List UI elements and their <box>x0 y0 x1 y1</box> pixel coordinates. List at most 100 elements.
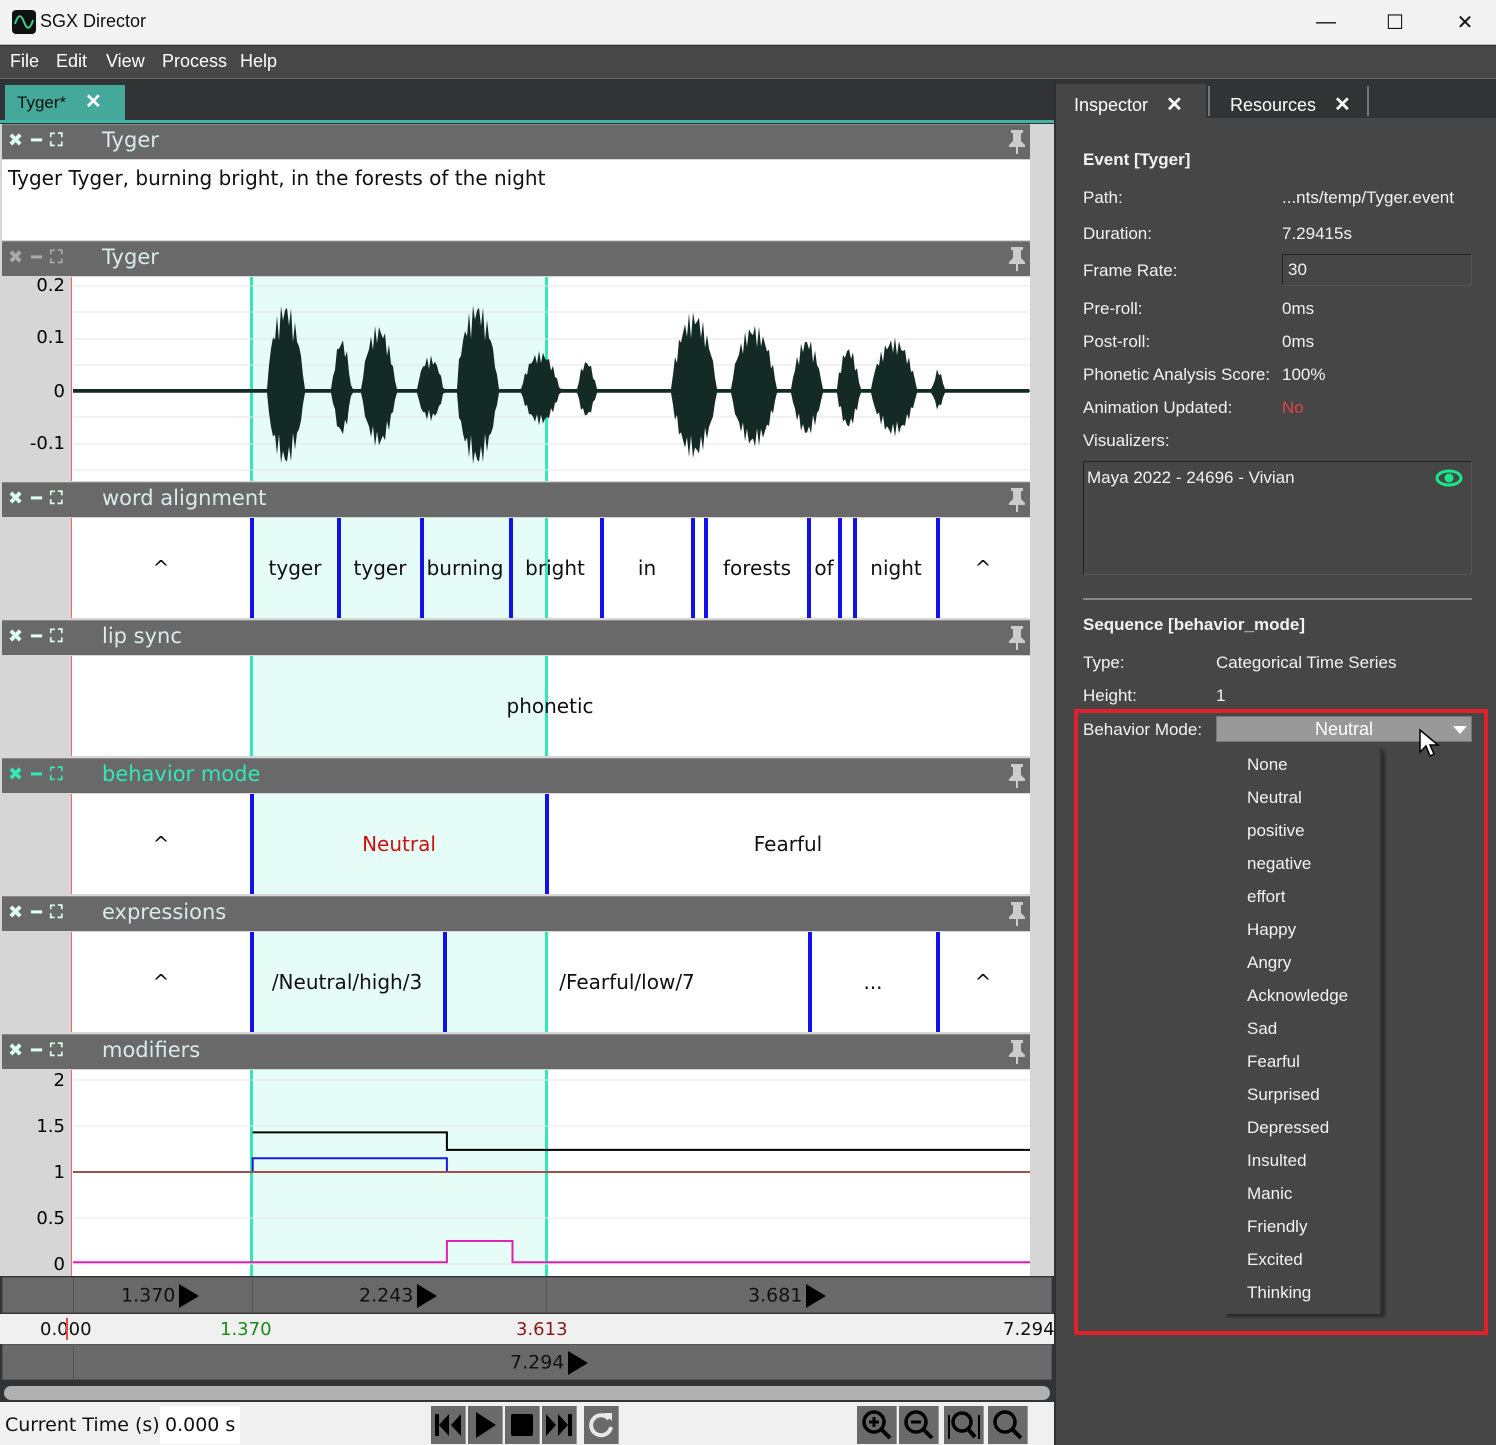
vertical-scrollbar[interactable] <box>1031 124 1052 1276</box>
word-segment[interactable]: ^ <box>153 556 170 580</box>
zoom-reset-button[interactable] <box>988 1406 1028 1444</box>
eye-icon[interactable] <box>1434 468 1464 488</box>
word-alignment-panel[interactable]: ^ tyger tyger burning bright in forests … <box>2 518 1030 618</box>
visualizers-list[interactable]: Maya 2022 - 24696 - Vivian <box>1083 461 1472 575</box>
expression-segment[interactable]: ... <box>863 970 882 994</box>
menu-process[interactable]: Process <box>162 51 227 72</box>
word-segment[interactable]: bright <box>525 556 585 580</box>
time-axis[interactable]: 0.000 1.370 3.613 7.294 <box>0 1314 1055 1344</box>
minimize-panel-icon[interactable]: ━ <box>31 764 42 785</box>
segment-boundary[interactable] <box>250 518 254 618</box>
duration-ruler[interactable]: 7.294 <box>2 1344 1052 1380</box>
expand-panel-icon[interactable]: ⛶ <box>50 764 63 785</box>
lip-sync-segment[interactable]: phonetic <box>507 694 594 718</box>
zoom-in-button[interactable] <box>857 1406 897 1444</box>
expression-segment[interactable]: ^ <box>975 970 992 994</box>
segment-boundary[interactable] <box>936 518 940 618</box>
horizontal-scrollbar[interactable] <box>4 1386 1050 1400</box>
segment-boundary[interactable] <box>936 932 940 1032</box>
menu-help[interactable]: Help <box>240 51 277 72</box>
segment-boundary[interactable] <box>337 518 341 618</box>
minimize-panel-icon[interactable]: ━ <box>31 1040 42 1061</box>
pin-icon[interactable] <box>1008 129 1026 155</box>
segment-boundary[interactable] <box>443 932 447 1032</box>
playhead[interactable] <box>66 1318 68 1340</box>
menu-view[interactable]: View <box>106 51 145 72</box>
menu-file[interactable]: File <box>10 51 39 72</box>
pin-icon[interactable] <box>1008 487 1026 513</box>
close-panel-icon[interactable]: ✖ <box>8 488 23 509</box>
close-tab-icon[interactable]: ✕ <box>1334 94 1351 116</box>
close-panel-icon[interactable]: ✖ <box>8 1040 23 1061</box>
segment-boundary[interactable] <box>807 518 811 618</box>
segment-boundary[interactable] <box>853 518 857 618</box>
expand-panel-icon[interactable]: ⛶ <box>50 902 63 923</box>
segment-boundary[interactable] <box>704 518 708 618</box>
selection-region[interactable] <box>250 656 548 756</box>
zoom-out-button[interactable] <box>899 1406 939 1444</box>
behavior-segment-selected[interactable]: Neutral <box>362 832 436 856</box>
frame-rate-input[interactable]: 30 <box>1282 254 1472 286</box>
expand-panel-icon[interactable]: ⛶ <box>50 1040 63 1061</box>
maximize-button[interactable]: ☐ <box>1360 0 1430 45</box>
segment-boundary[interactable] <box>420 518 424 618</box>
close-window-button[interactable]: ✕ <box>1430 0 1496 45</box>
segment-boundary[interactable] <box>600 518 604 618</box>
pin-icon[interactable] <box>1008 901 1026 927</box>
visualizer-item[interactable]: Maya 2022 - 24696 - Vivian <box>1087 468 1295 488</box>
expression-segment[interactable]: ^ <box>153 970 170 994</box>
expression-segment[interactable]: /Fearful/low/7 <box>559 970 695 994</box>
segment-boundary[interactable] <box>250 932 254 1032</box>
tab-inspector[interactable]: Inspector ✕ <box>1056 84 1206 118</box>
segment-boundary[interactable] <box>838 518 842 618</box>
minimize-panel-icon[interactable]: ━ <box>31 247 42 268</box>
word-segment[interactable]: burning <box>427 556 504 580</box>
expand-panel-icon[interactable]: ⛶ <box>50 488 63 509</box>
word-segment[interactable]: tyger <box>354 556 407 580</box>
segment-boundary[interactable] <box>509 518 513 618</box>
waveform-panel[interactable]: 0.2 0.1 0 -0.1 <box>2 275 1030 481</box>
word-segment[interactable]: in <box>638 556 656 580</box>
expand-panel-icon[interactable]: ⛶ <box>50 626 63 647</box>
segment-boundary[interactable] <box>808 932 812 1032</box>
pin-icon[interactable] <box>1008 246 1026 272</box>
lip-sync-panel[interactable]: phonetic <box>2 656 1030 756</box>
zoom-selection-button[interactable] <box>944 1406 984 1444</box>
behavior-mode-panel[interactable]: ^ Neutral Fearful <box>2 794 1030 894</box>
segment-boundary[interactable] <box>250 794 254 894</box>
close-panel-icon[interactable]: ✖ <box>8 247 23 268</box>
marker-ruler[interactable]: 1.370 2.243 3.681 <box>2 1277 1052 1313</box>
minimize-panel-icon[interactable]: ━ <box>31 902 42 923</box>
close-tab-icon[interactable]: ✕ <box>85 89 102 114</box>
minimize-button[interactable]: — <box>1291 0 1361 45</box>
minimize-panel-icon[interactable]: ━ <box>31 488 42 509</box>
segment-boundary[interactable] <box>545 794 549 894</box>
word-segment[interactable]: of <box>814 556 833 580</box>
menu-edit[interactable]: Edit <box>56 51 87 72</box>
segment-boundary[interactable] <box>691 518 695 618</box>
word-segment[interactable]: ^ <box>975 556 992 580</box>
behavior-segment[interactable]: ^ <box>153 832 170 856</box>
play-button[interactable] <box>468 1406 503 1444</box>
expand-panel-icon[interactable]: ⛶ <box>50 247 63 268</box>
close-panel-icon[interactable]: ✖ <box>8 764 23 785</box>
stop-button[interactable] <box>505 1406 540 1444</box>
word-segment[interactable]: tyger <box>269 556 322 580</box>
pin-icon[interactable] <box>1008 625 1026 651</box>
pin-icon[interactable] <box>1008 763 1026 789</box>
close-panel-icon[interactable]: ✖ <box>8 902 23 923</box>
close-panel-icon[interactable]: ✖ <box>8 130 23 151</box>
skip-back-button[interactable] <box>431 1406 466 1444</box>
marker[interactable]: 3.681 <box>748 1284 827 1308</box>
behavior-segment[interactable]: Fearful <box>754 832 822 856</box>
marker[interactable]: 1.370 <box>121 1284 200 1308</box>
document-tab[interactable]: Tyger* ✕ <box>5 85 125 120</box>
word-segment[interactable]: forests <box>723 556 791 580</box>
expression-segment[interactable]: /Neutral/high/3 <box>272 970 422 994</box>
close-panel-icon[interactable]: ✖ <box>8 626 23 647</box>
skip-forward-button[interactable] <box>542 1406 577 1444</box>
expand-panel-icon[interactable]: ⛶ <box>50 130 63 151</box>
minimize-panel-icon[interactable]: ━ <box>31 626 42 647</box>
modifiers-panel[interactable]: 2 1.5 1 0.5 0 <box>2 1070 1030 1276</box>
loop-button[interactable] <box>584 1406 619 1444</box>
